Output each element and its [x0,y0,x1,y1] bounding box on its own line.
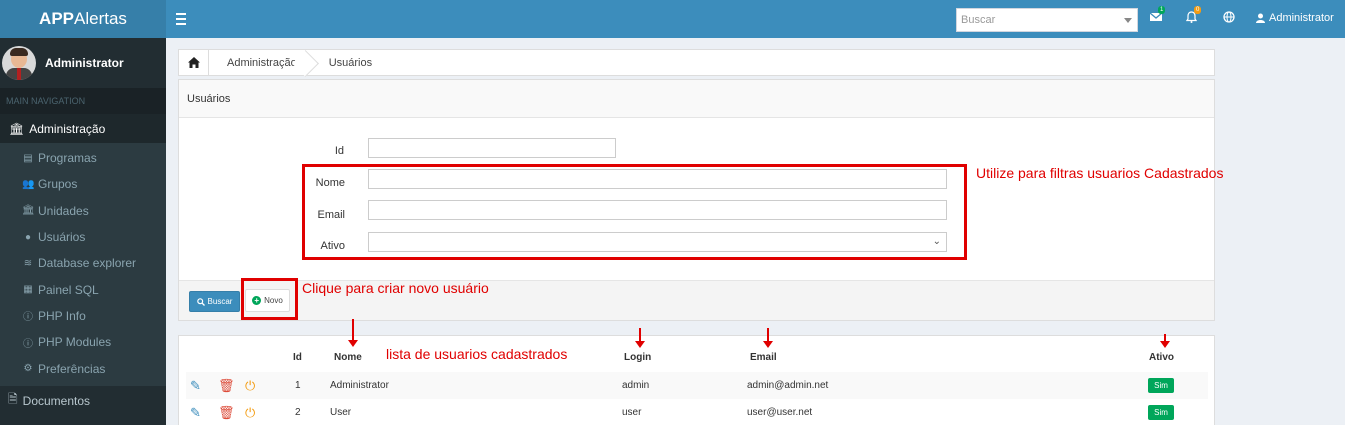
top-navbar: Buscar 1 0 Administrator [166,0,1345,38]
col-header-id: Id [293,352,302,363]
user-menu-label: Administrator [1269,12,1334,24]
search-select[interactable]: Buscar [956,8,1138,32]
label-id: Id [334,145,344,157]
cell-email: admin@admin.net [747,380,829,391]
app-logo[interactable]: APP Alertas [0,0,166,38]
sidebar-item-label: Documentos [22,393,91,408]
annotation-list: lista de usuarios cadastrados [386,346,568,362]
filter-highlight-box [302,164,967,260]
sidebar-item-documentos[interactable]: 🗎 Documentos [0,386,166,416]
user-panel: Administrator [0,38,166,88]
table-icon: ▦ [23,284,33,296]
cell-nome: User [330,407,352,418]
logo-bold: APP [39,9,75,28]
cell-id: 2 [295,407,301,418]
buscar-label: Buscar [207,297,233,306]
document-icon: 🗎 [8,392,18,407]
arrow-down-icon [1160,334,1170,348]
sidebar-item-php-modules[interactable]: ⓘ PHP Modules [0,329,166,355]
form-title: Usuários [179,80,1214,118]
bank-icon: 🏛 [9,121,25,136]
power-icon[interactable]: ⏻ [245,405,255,421]
sidebar-item-label: PHP Modules [38,335,112,350]
gear-icon: ⚙ [23,363,33,375]
breadcrumb-item-usuarios: Usuários [328,56,373,69]
new-button-highlight-box [241,278,298,320]
sidebar-item-painel-sql[interactable]: ▦ Painel SQL [0,276,166,302]
menu-toggle-icon[interactable] [176,10,190,28]
logo-rest: Alertas [74,9,127,28]
arrow-down-icon [348,319,358,347]
col-header-email: Email [750,352,777,363]
table-row: ✎ 🗑 ⏻ 2 User user user@user.net Sim [186,399,1208,425]
breadcrumb: Administração Usuários [178,49,1215,76]
users-table: Id Nome Login Email Ativo ✎ 🗑 ⏻ 1 Admini… [178,335,1215,425]
bell-icon[interactable]: 0 [1185,6,1202,26]
sidebar-item-label: Programas [38,151,97,166]
sidebar: Administrator MAIN NAVIGATION 🏛 Administ… [0,38,166,425]
sidebar-user-name: Administrator [45,56,124,70]
cell-login: admin [622,380,650,391]
edit-icon[interactable]: ✎ [190,378,201,394]
user-icon [1256,13,1265,23]
sidebar-item-label: Administração [29,121,106,136]
cell-login: user [622,407,642,418]
bank-icon: 🏛 [22,205,35,217]
main-navigation-header: MAIN NAVIGATION [0,88,166,114]
info-icon: ⓘ [23,312,33,324]
avatar [2,46,36,80]
status-badge: Sim [1148,405,1174,420]
status-badge: Sim [1148,378,1174,393]
sidebar-item-label: PHP Info [38,308,86,323]
search-placeholder: Buscar [961,14,996,26]
sidebar-item-programas[interactable]: ▤ Programas [0,145,166,171]
users-icon: 👥 [22,178,35,190]
cell-email: user@user.net [747,407,813,418]
arrow-down-icon [763,328,773,348]
trash-icon[interactable]: 🗑 [218,405,235,421]
sidebar-item-label: Usuários [38,230,86,245]
col-header-login: Login [624,352,652,363]
sidebar-item-label: Painel SQL [38,282,99,297]
sidebar-item-php-info[interactable]: ⓘ PHP Info [0,303,166,329]
user-menu[interactable]: Administrator [1256,12,1334,24]
database-icon: ≋ [23,257,33,269]
arrow-down-icon [635,328,645,348]
col-header-nome: Nome [334,352,362,363]
col-header-ativo: Ativo [1149,352,1174,363]
sidebar-item-unidades[interactable]: 🏛 Unidades [0,198,166,224]
buscar-button[interactable]: Buscar [189,291,240,312]
sidebar-item-preferencias[interactable]: ⚙ Preferências [0,355,166,381]
sidebar-item-label: Database explorer [38,256,137,271]
table-row: ✎ 🗑 ⏻ 1 Administrator admin admin@admin.… [186,372,1208,399]
mail-icon[interactable]: 1 [1149,6,1166,25]
sidebar-item-label: Grupos [38,177,78,192]
sidebar-item-label: Unidades [38,203,89,218]
annotation-new: Clique para criar novo usuário [302,280,489,296]
home-icon[interactable] [179,50,209,75]
sidebar-item-administracao[interactable]: 🏛 Administração [0,114,166,143]
sidebar-item-grupos[interactable]: 👥 Grupos [0,171,166,197]
user-icon: ● [24,231,32,243]
power-icon[interactable]: ⏻ [245,378,255,394]
globe-icon[interactable] [1223,11,1235,26]
breadcrumb-item-administracao[interactable]: Administração [209,50,311,75]
file-icon: ▤ [23,152,33,164]
annotation-filters: Utilize para filtras usuarios Cadastrado… [976,165,1224,181]
sidebar-submenu: ▤ Programas 👥 Grupos 🏛 Unidades ● Usuários ≋… [0,143,166,386]
sidebar-item-label: Preferências [38,361,106,376]
cell-nome: Administrator [330,380,389,391]
sidebar-item-usuarios[interactable]: ● Usuários [0,224,166,250]
sidebar-item-database-explorer[interactable]: ≋ Database explorer [0,250,166,276]
cell-id: 1 [295,380,301,391]
bell-badge: 0 [1194,6,1202,14]
info-icon: ⓘ [23,338,33,350]
edit-icon[interactable]: ✎ [190,405,201,421]
search-icon [196,297,205,306]
trash-icon[interactable]: 🗑 [218,378,235,394]
id-input[interactable] [368,138,616,158]
mail-badge: 1 [1158,6,1166,14]
caret-down-icon [1124,18,1132,23]
